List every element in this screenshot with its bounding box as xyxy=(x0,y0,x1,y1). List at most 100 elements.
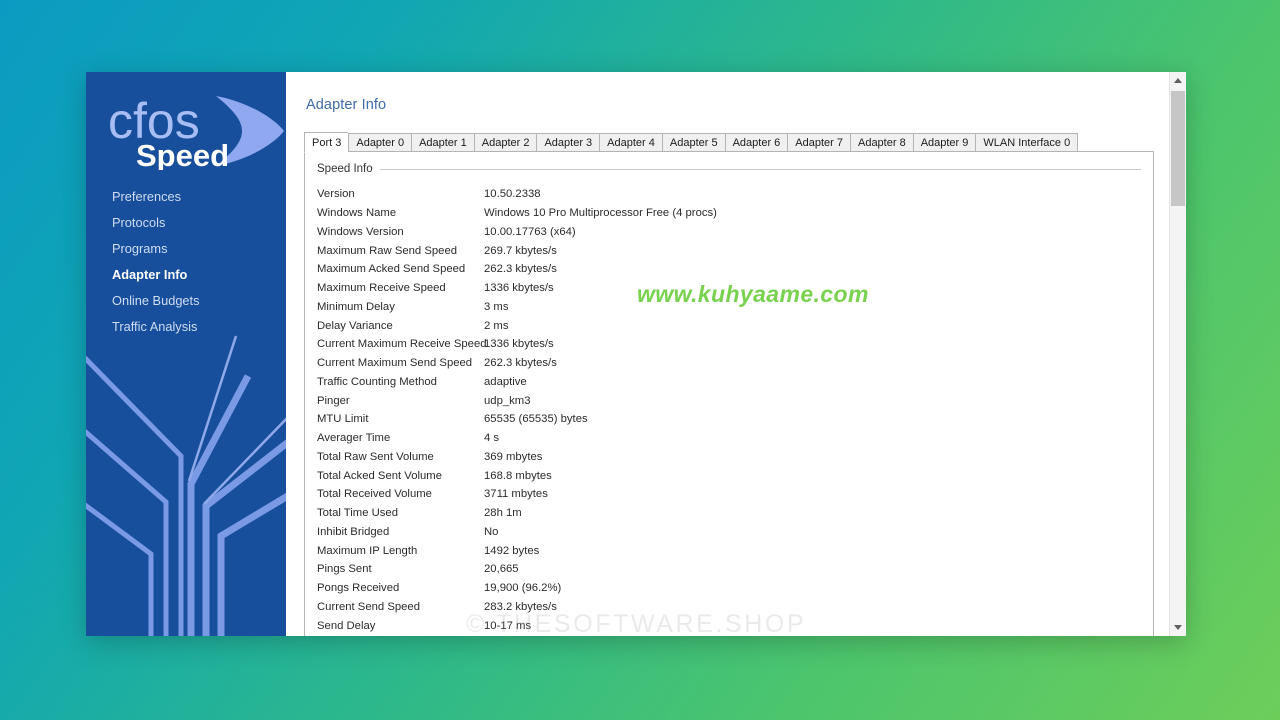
info-value: Windows 10 Pro Multiprocessor Free (4 pr… xyxy=(484,207,717,220)
scroll-up-arrow-icon[interactable] xyxy=(1170,72,1186,89)
tab-label: Adapter 4 xyxy=(607,137,655,149)
tab-label: Adapter 9 xyxy=(920,137,969,149)
info-key: Maximum Acked Send Speed xyxy=(317,263,466,276)
info-key: Version xyxy=(317,188,355,201)
tab-label: Adapter 5 xyxy=(669,137,718,149)
sidebar-item-online-budgets[interactable]: Online Budgets xyxy=(86,288,286,314)
tab-adapter-6[interactable]: Adapter 6 xyxy=(724,133,788,152)
content-area: Adapter Info Port 3 Adapter 0 Adapter 1 … xyxy=(286,72,1186,636)
adapter-info-panel: Speed Info Version 10.50.2338 Windows Nam… xyxy=(304,151,1154,636)
svg-text:Speed: Speed xyxy=(136,138,229,170)
info-key: Total Received Volume xyxy=(317,488,432,501)
tab-adapter-0[interactable]: Adapter 0 xyxy=(348,133,412,152)
info-value: 283.2 kbytes/s xyxy=(484,600,557,613)
info-value: 28h 1m xyxy=(484,507,522,520)
info-value: adaptive xyxy=(484,375,527,388)
info-value: 262.3 kbytes/s xyxy=(484,357,557,370)
tab-adapter-1[interactable]: Adapter 1 xyxy=(411,133,474,152)
info-value: 1336 kbytes/s xyxy=(484,338,554,351)
vertical-scrollbar[interactable] xyxy=(1169,72,1186,636)
sidebar-item-preferences[interactable]: Preferences xyxy=(86,184,286,210)
info-value: 10.50.2338 xyxy=(484,188,541,201)
sidebar-nav: Preferences Protocols Programs Adapter I… xyxy=(86,184,286,340)
info-key: MTU Limit xyxy=(317,413,369,426)
info-key: Maximum Raw Send Speed xyxy=(317,244,458,257)
info-value: 19,900 (96.2%) xyxy=(484,582,562,595)
info-key: Maximum IP Length xyxy=(317,544,418,557)
scroll-down-arrow-icon[interactable] xyxy=(1170,619,1186,636)
info-key: Averager Time xyxy=(317,432,391,445)
sidebar: cfos Speed Preferences Protocols Program… xyxy=(86,72,286,636)
info-row: Pinger udp_km3 xyxy=(317,391,1143,410)
speed-info-table: Version 10.50.2338 Windows Name Windows 10… xyxy=(317,185,1143,635)
tab-adapter-9[interactable]: Adapter 9 xyxy=(912,133,976,152)
sidebar-item-label: Programs xyxy=(112,241,168,256)
scrollbar-thumb[interactable] xyxy=(1171,91,1185,206)
tab-label: Port 3 xyxy=(312,137,342,149)
info-value: No xyxy=(484,525,499,538)
sidebar-item-label: Preferences xyxy=(112,189,181,204)
info-key: Total Time Used xyxy=(317,507,398,520)
info-value: 262.3 kbytes/s xyxy=(484,263,557,276)
info-value: 10-17 ms xyxy=(484,619,532,632)
tab-label: Adapter 6 xyxy=(732,137,781,149)
info-row: Total Acked Sent Volume 168.8 mbytes xyxy=(317,466,1143,485)
sidebar-item-label: Adapter Info xyxy=(112,267,188,282)
sidebar-item-label: Traffic Analysis xyxy=(112,319,198,334)
tab-port-3[interactable]: Port 3 xyxy=(304,132,349,153)
info-key: Windows Name xyxy=(317,207,397,220)
tab-label: Adapter 7 xyxy=(795,137,843,149)
tab-adapter-3[interactable]: Adapter 3 xyxy=(536,133,600,152)
tab-adapter-2[interactable]: Adapter 2 xyxy=(473,133,537,152)
info-row: Current Send Speed 283.2 kbytes/s xyxy=(317,598,1143,617)
info-key: Total Acked Sent Volume xyxy=(317,469,442,482)
info-row: Windows Version 10.00.17763 (x64) xyxy=(317,223,1143,242)
info-key: Windows Version xyxy=(317,225,404,238)
info-row: Maximum IP Length 1492 bytes xyxy=(317,541,1143,560)
info-value: 269.7 kbytes/s xyxy=(484,244,557,257)
info-row: Send Delay 10-17 ms xyxy=(317,616,1143,635)
info-key: Pings Sent xyxy=(317,563,372,576)
info-value: 3711 mbytes xyxy=(484,488,548,501)
tab-adapter-7[interactable]: Adapter 7 xyxy=(787,133,850,152)
info-row: Current Maximum Receive Speed 1336 kbytes… xyxy=(317,335,1143,354)
info-row: Pings Sent 20,665 xyxy=(317,560,1143,579)
tab-label: WLAN Interface 0 xyxy=(983,137,1071,149)
tab-adapter-5[interactable]: Adapter 5 xyxy=(661,133,725,152)
info-value: 3 ms xyxy=(484,300,509,313)
tab-wlan-interface-0[interactable]: WLAN Interface 0 xyxy=(975,133,1079,152)
info-value: 20,665 xyxy=(484,563,519,576)
info-key: Maximum Receive Speed xyxy=(317,282,446,295)
info-value: 168.8 mbytes xyxy=(484,469,552,482)
info-row: Current Maximum Send Speed 262.3 kbytes/s xyxy=(317,354,1143,373)
info-key: Pongs Received xyxy=(317,582,400,595)
adapter-tab-strip: Port 3 Adapter 0 Adapter 1 Adapter 2 Ada… xyxy=(304,131,1079,153)
info-row: Total Received Volume 3711 mbytes xyxy=(317,485,1143,504)
logo-artwork: cfos Speed xyxy=(108,94,284,170)
sidebar-item-traffic-analysis[interactable]: Traffic Analysis xyxy=(86,314,286,340)
info-row: Delay Variance 2 ms xyxy=(317,316,1143,335)
info-key: Traffic Counting Method xyxy=(317,375,437,388)
tab-label: Adapter 3 xyxy=(544,137,593,149)
tab-label: Adapter 0 xyxy=(356,137,405,149)
info-value: 65535 (65535) bytes xyxy=(484,413,588,426)
info-row: Maximum Acked Send Speed 262.3 kbytes/s xyxy=(317,260,1143,279)
tab-adapter-8[interactable]: Adapter 8 xyxy=(849,133,913,152)
sidebar-item-adapter-info[interactable]: Adapter Info xyxy=(86,262,286,288)
info-key: Current Send Speed xyxy=(317,600,420,613)
sidebar-item-protocols[interactable]: Protocols xyxy=(86,210,286,236)
info-value: 4 s xyxy=(484,432,500,445)
info-key: Pinger xyxy=(317,394,350,407)
info-row: Total Raw Sent Volume 369 mbytes xyxy=(317,448,1143,467)
info-key: Send Delay xyxy=(317,619,376,632)
info-key: Total Raw Sent Volume xyxy=(317,450,434,463)
info-key: Current Maximum Receive Speed xyxy=(317,338,487,351)
tab-adapter-4[interactable]: Adapter 4 xyxy=(599,133,662,152)
group-divider xyxy=(379,168,1141,170)
cfosspeed-logo: cfos Speed xyxy=(86,72,286,172)
sidebar-item-programs[interactable]: Programs xyxy=(86,236,286,262)
info-value: 1336 kbytes/s xyxy=(484,282,554,295)
info-row: Averager Time 4 s xyxy=(317,429,1143,448)
cfosspeed-window: cfos Speed Preferences Protocols Program… xyxy=(86,72,1186,636)
info-row: MTU Limit 65535 (65535) bytes xyxy=(317,410,1143,429)
